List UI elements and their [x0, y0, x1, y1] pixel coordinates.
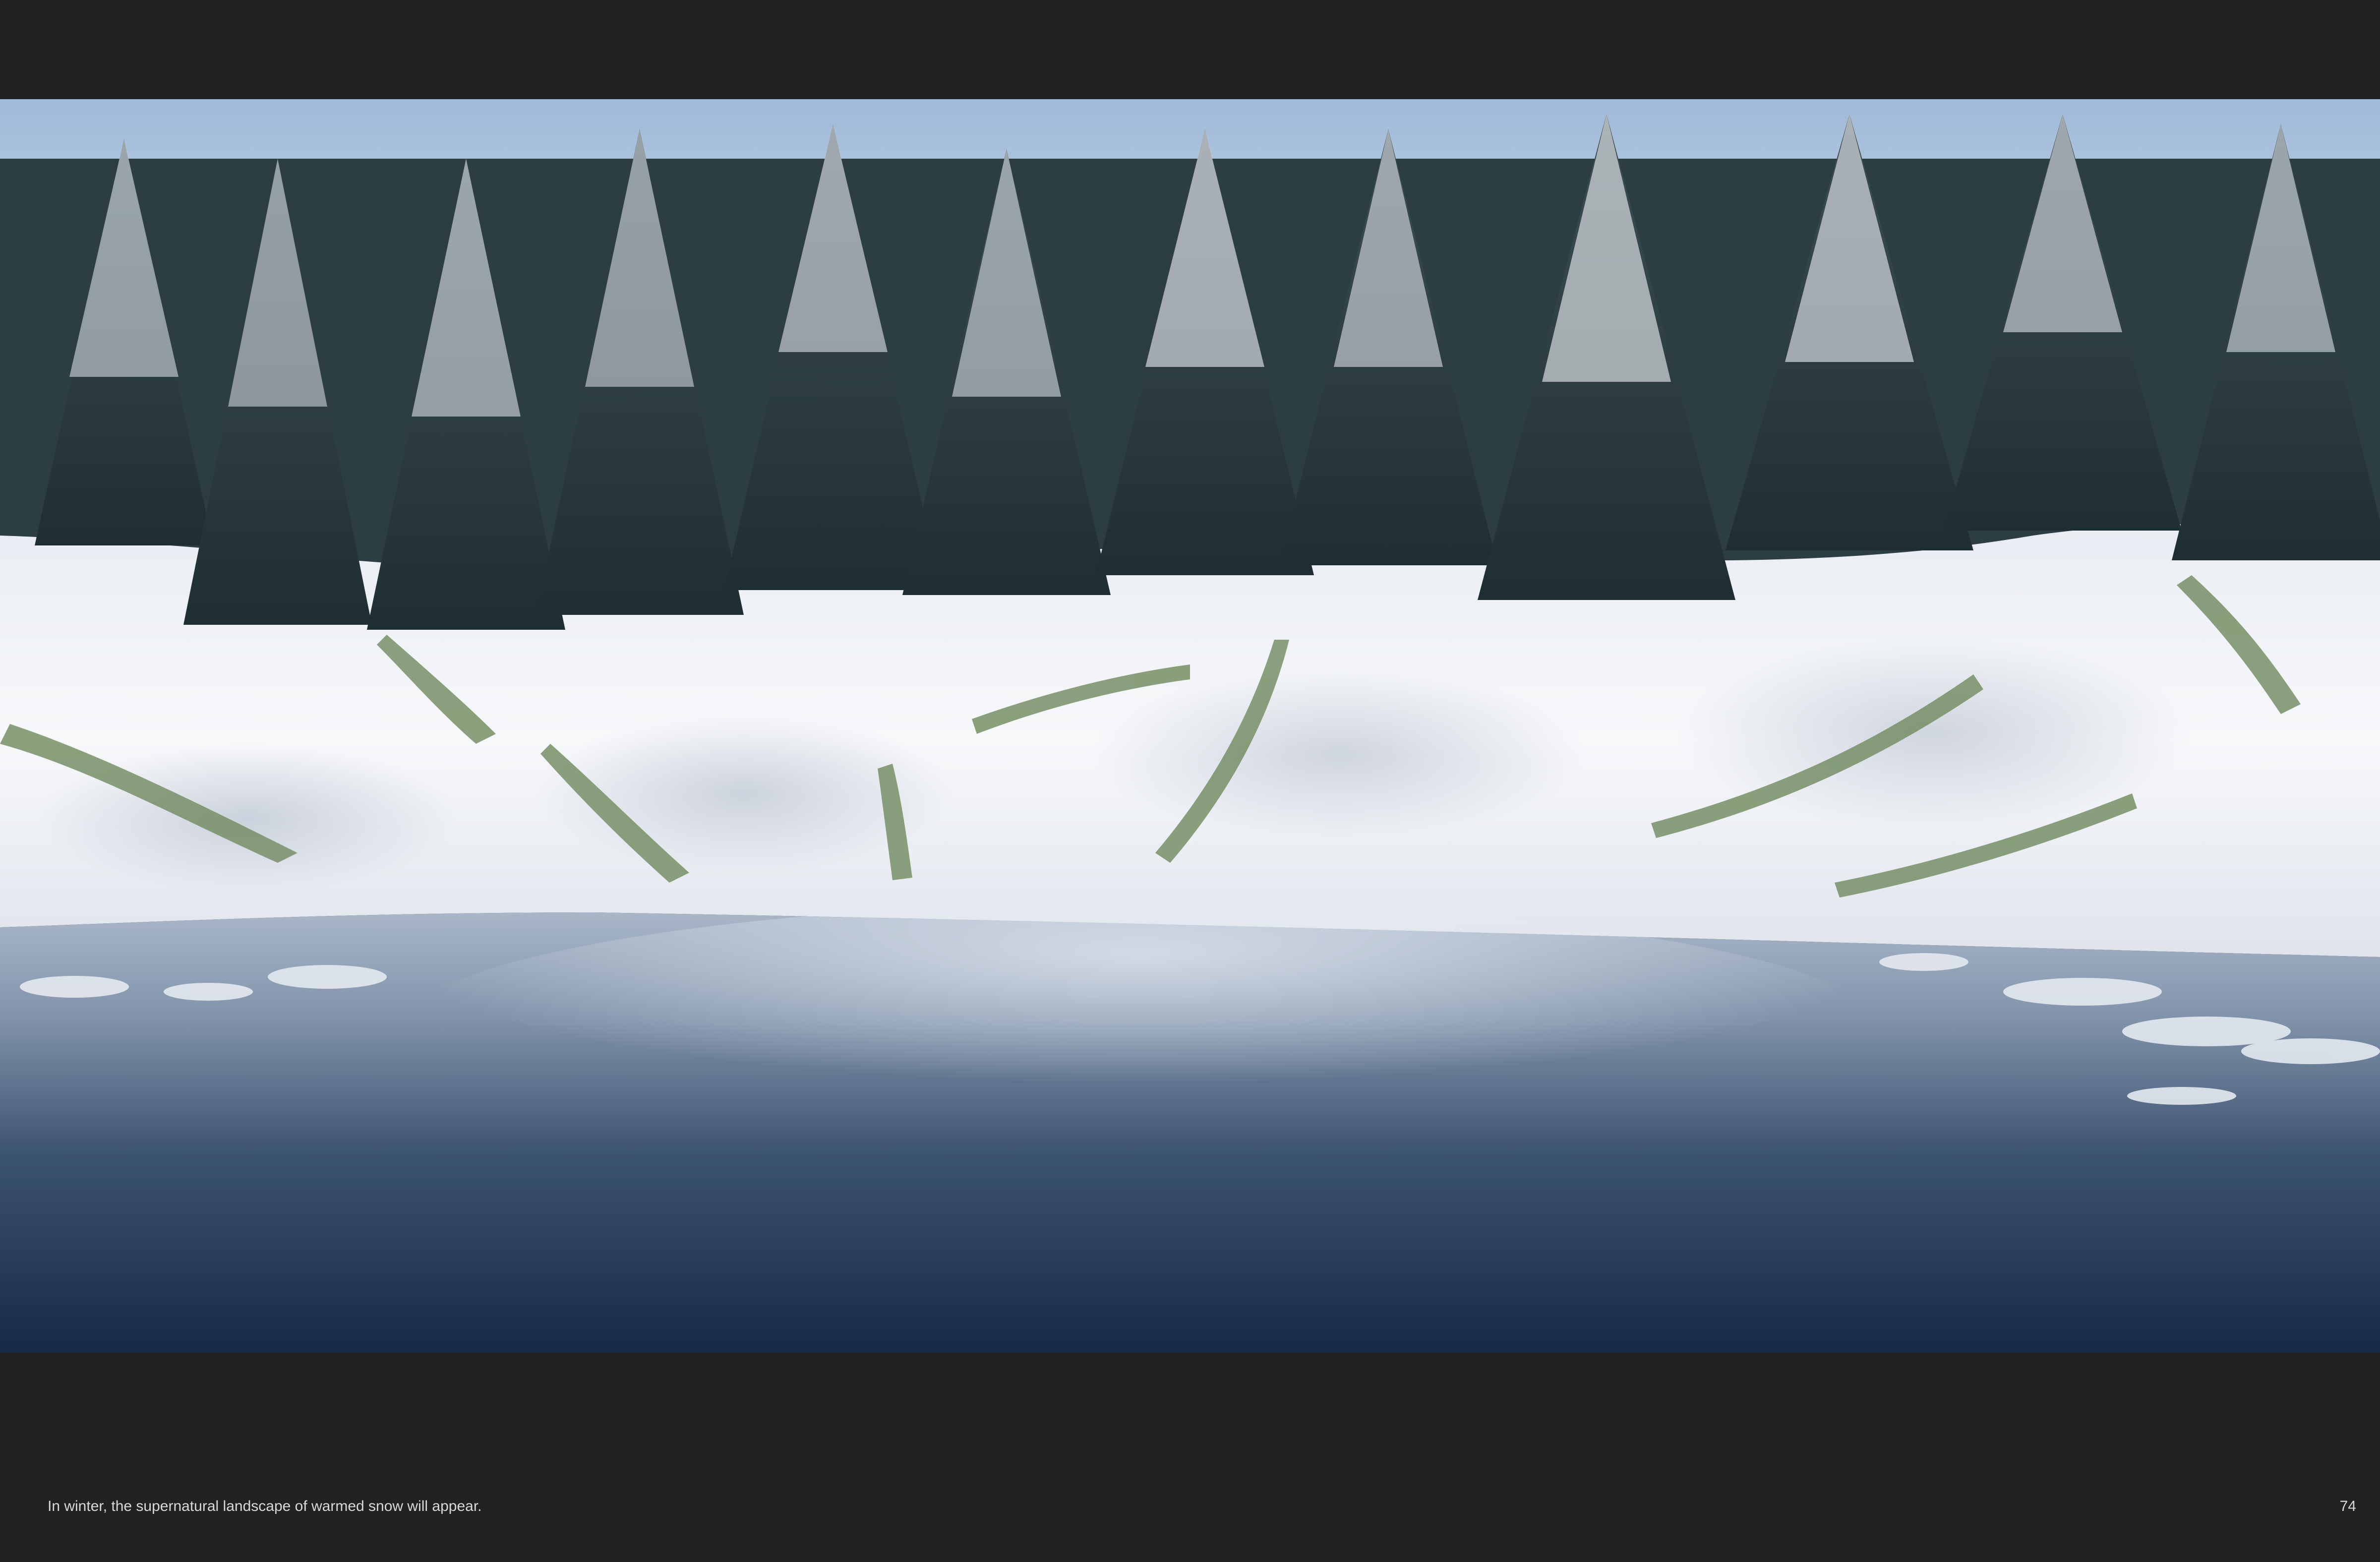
page-number: 74 — [2339, 1498, 2356, 1514]
image-caption: In winter, the supernatural landscape of… — [48, 1498, 482, 1514]
document-page: In winter, the supernatural landscape of… — [0, 0, 2380, 1562]
landscape-render-image — [0, 99, 2380, 1353]
